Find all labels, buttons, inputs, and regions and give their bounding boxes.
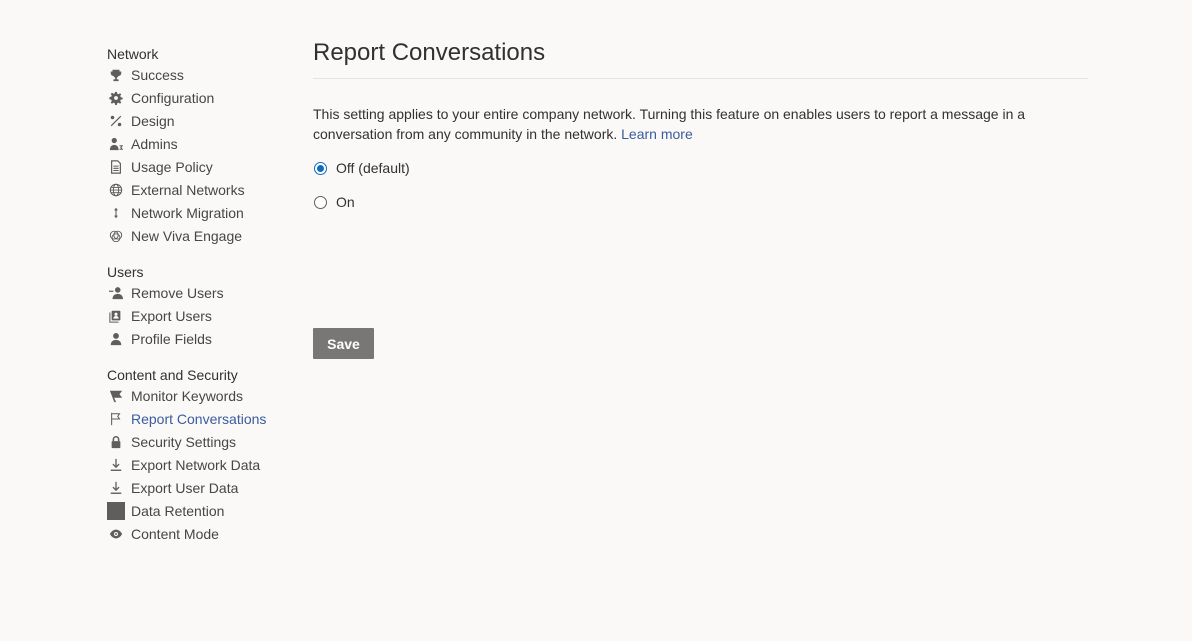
sidebar-item-data-retention[interactable]: Data Retention xyxy=(107,499,297,522)
sidebar-item-export-network-data[interactable]: Export Network Data xyxy=(107,453,297,476)
sidebar-item-label: Content Mode xyxy=(131,525,219,542)
sidebar-item-label: Design xyxy=(131,112,175,129)
sidebar-item-label: Export User Data xyxy=(131,479,239,496)
globe-icon xyxy=(107,181,125,199)
sidebar-item-label: Network Migration xyxy=(131,204,244,221)
setting-description: This setting applies to your entire comp… xyxy=(313,104,1043,144)
sidebar-item-design[interactable]: Design xyxy=(107,109,297,132)
download-icon xyxy=(107,456,125,474)
sidebar-item-remove-users[interactable]: Remove Users xyxy=(107,281,297,304)
sidebar-item-external-networks[interactable]: External Networks xyxy=(107,178,297,201)
sidebar-item-new-viva-engage[interactable]: New Viva Engage xyxy=(107,224,297,247)
sidebar-section-users: Users Remove Users Export Users Profile … xyxy=(107,263,297,350)
sidebar-item-label: Export Users xyxy=(131,307,212,324)
main-content: Report Conversations This setting applie… xyxy=(313,38,1088,212)
download-icon xyxy=(107,479,125,497)
arrows-vertical-icon xyxy=(107,204,125,222)
sidebar-item-label: New Viva Engage xyxy=(131,227,243,244)
section-title-content-security: Content and Security xyxy=(107,367,238,383)
admin-page: Network Success Configuration Design Adm… xyxy=(0,0,1192,641)
radio-on[interactable] xyxy=(314,195,327,209)
sidebar-item-network-migration[interactable]: Network Migration xyxy=(107,201,297,224)
flag-outline-icon xyxy=(107,410,125,428)
sidebar: Network Success Configuration Design Adm… xyxy=(107,45,297,561)
sidebar-item-label: Success xyxy=(131,66,184,83)
sidebar-item-label: Monitor Keywords xyxy=(131,387,244,404)
trophy-icon xyxy=(107,66,125,84)
sidebar-item-usage-policy[interactable]: Usage Policy xyxy=(107,155,297,178)
save-button[interactable]: Save xyxy=(313,328,374,359)
sidebar-item-security-settings[interactable]: Security Settings xyxy=(107,430,297,453)
page-title: Report Conversations xyxy=(313,38,1088,79)
design-icon xyxy=(107,112,125,130)
sidebar-section-network: Network Success Configuration Design Adm… xyxy=(107,45,297,247)
sidebar-item-export-users[interactable]: Export Users xyxy=(107,304,297,327)
document-icon xyxy=(107,158,125,176)
sidebar-item-report-conversations[interactable]: Report Conversations xyxy=(107,407,297,430)
option-off[interactable]: Off (default) xyxy=(313,158,1088,178)
sidebar-item-label: Admins xyxy=(131,135,178,152)
sidebar-item-export-user-data[interactable]: Export User Data xyxy=(107,476,297,499)
viva-engage-icon xyxy=(107,227,125,245)
lock-icon xyxy=(107,433,125,451)
sidebar-item-profile-fields[interactable]: Profile Fields xyxy=(107,327,297,350)
sidebar-item-label: Data Retention xyxy=(131,502,225,519)
section-title-users: Users xyxy=(107,264,144,280)
section-title-network: Network xyxy=(107,46,159,62)
sidebar-item-label: Security Settings xyxy=(131,433,237,450)
sidebar-item-configuration[interactable]: Configuration xyxy=(107,86,297,109)
remove-user-icon xyxy=(107,284,125,302)
sidebar-item-content-mode[interactable]: Content Mode xyxy=(107,522,297,545)
eye-icon xyxy=(107,525,125,543)
square-icon xyxy=(107,501,125,520)
sidebar-item-admins[interactable]: Admins xyxy=(107,132,297,155)
export-users-icon xyxy=(107,307,125,325)
learn-more-link[interactable]: Learn more xyxy=(621,126,693,142)
sidebar-item-label: Configuration xyxy=(131,89,215,106)
gear-icon xyxy=(107,89,125,107)
sidebar-item-label: External Networks xyxy=(131,181,245,198)
sidebar-item-success[interactable]: Success xyxy=(107,63,297,86)
person-icon xyxy=(107,330,125,348)
option-off-label: Off (default) xyxy=(336,160,410,176)
sidebar-item-label: Remove Users xyxy=(131,284,224,301)
sidebar-section-content-security: Content and Security Monitor Keywords Re… xyxy=(107,366,297,545)
admin-icon xyxy=(107,135,125,153)
sidebar-item-label: Usage Policy xyxy=(131,158,213,175)
radio-off[interactable] xyxy=(314,161,327,175)
sidebar-item-monitor-keywords[interactable]: Monitor Keywords xyxy=(107,384,297,407)
option-on-label: On xyxy=(336,194,355,210)
flag-filled-icon xyxy=(107,387,125,405)
sidebar-item-label: Export Network Data xyxy=(131,456,261,473)
sidebar-item-label: Profile Fields xyxy=(131,330,212,347)
option-on[interactable]: On xyxy=(313,192,1088,212)
sidebar-item-label: Report Conversations xyxy=(131,410,267,427)
